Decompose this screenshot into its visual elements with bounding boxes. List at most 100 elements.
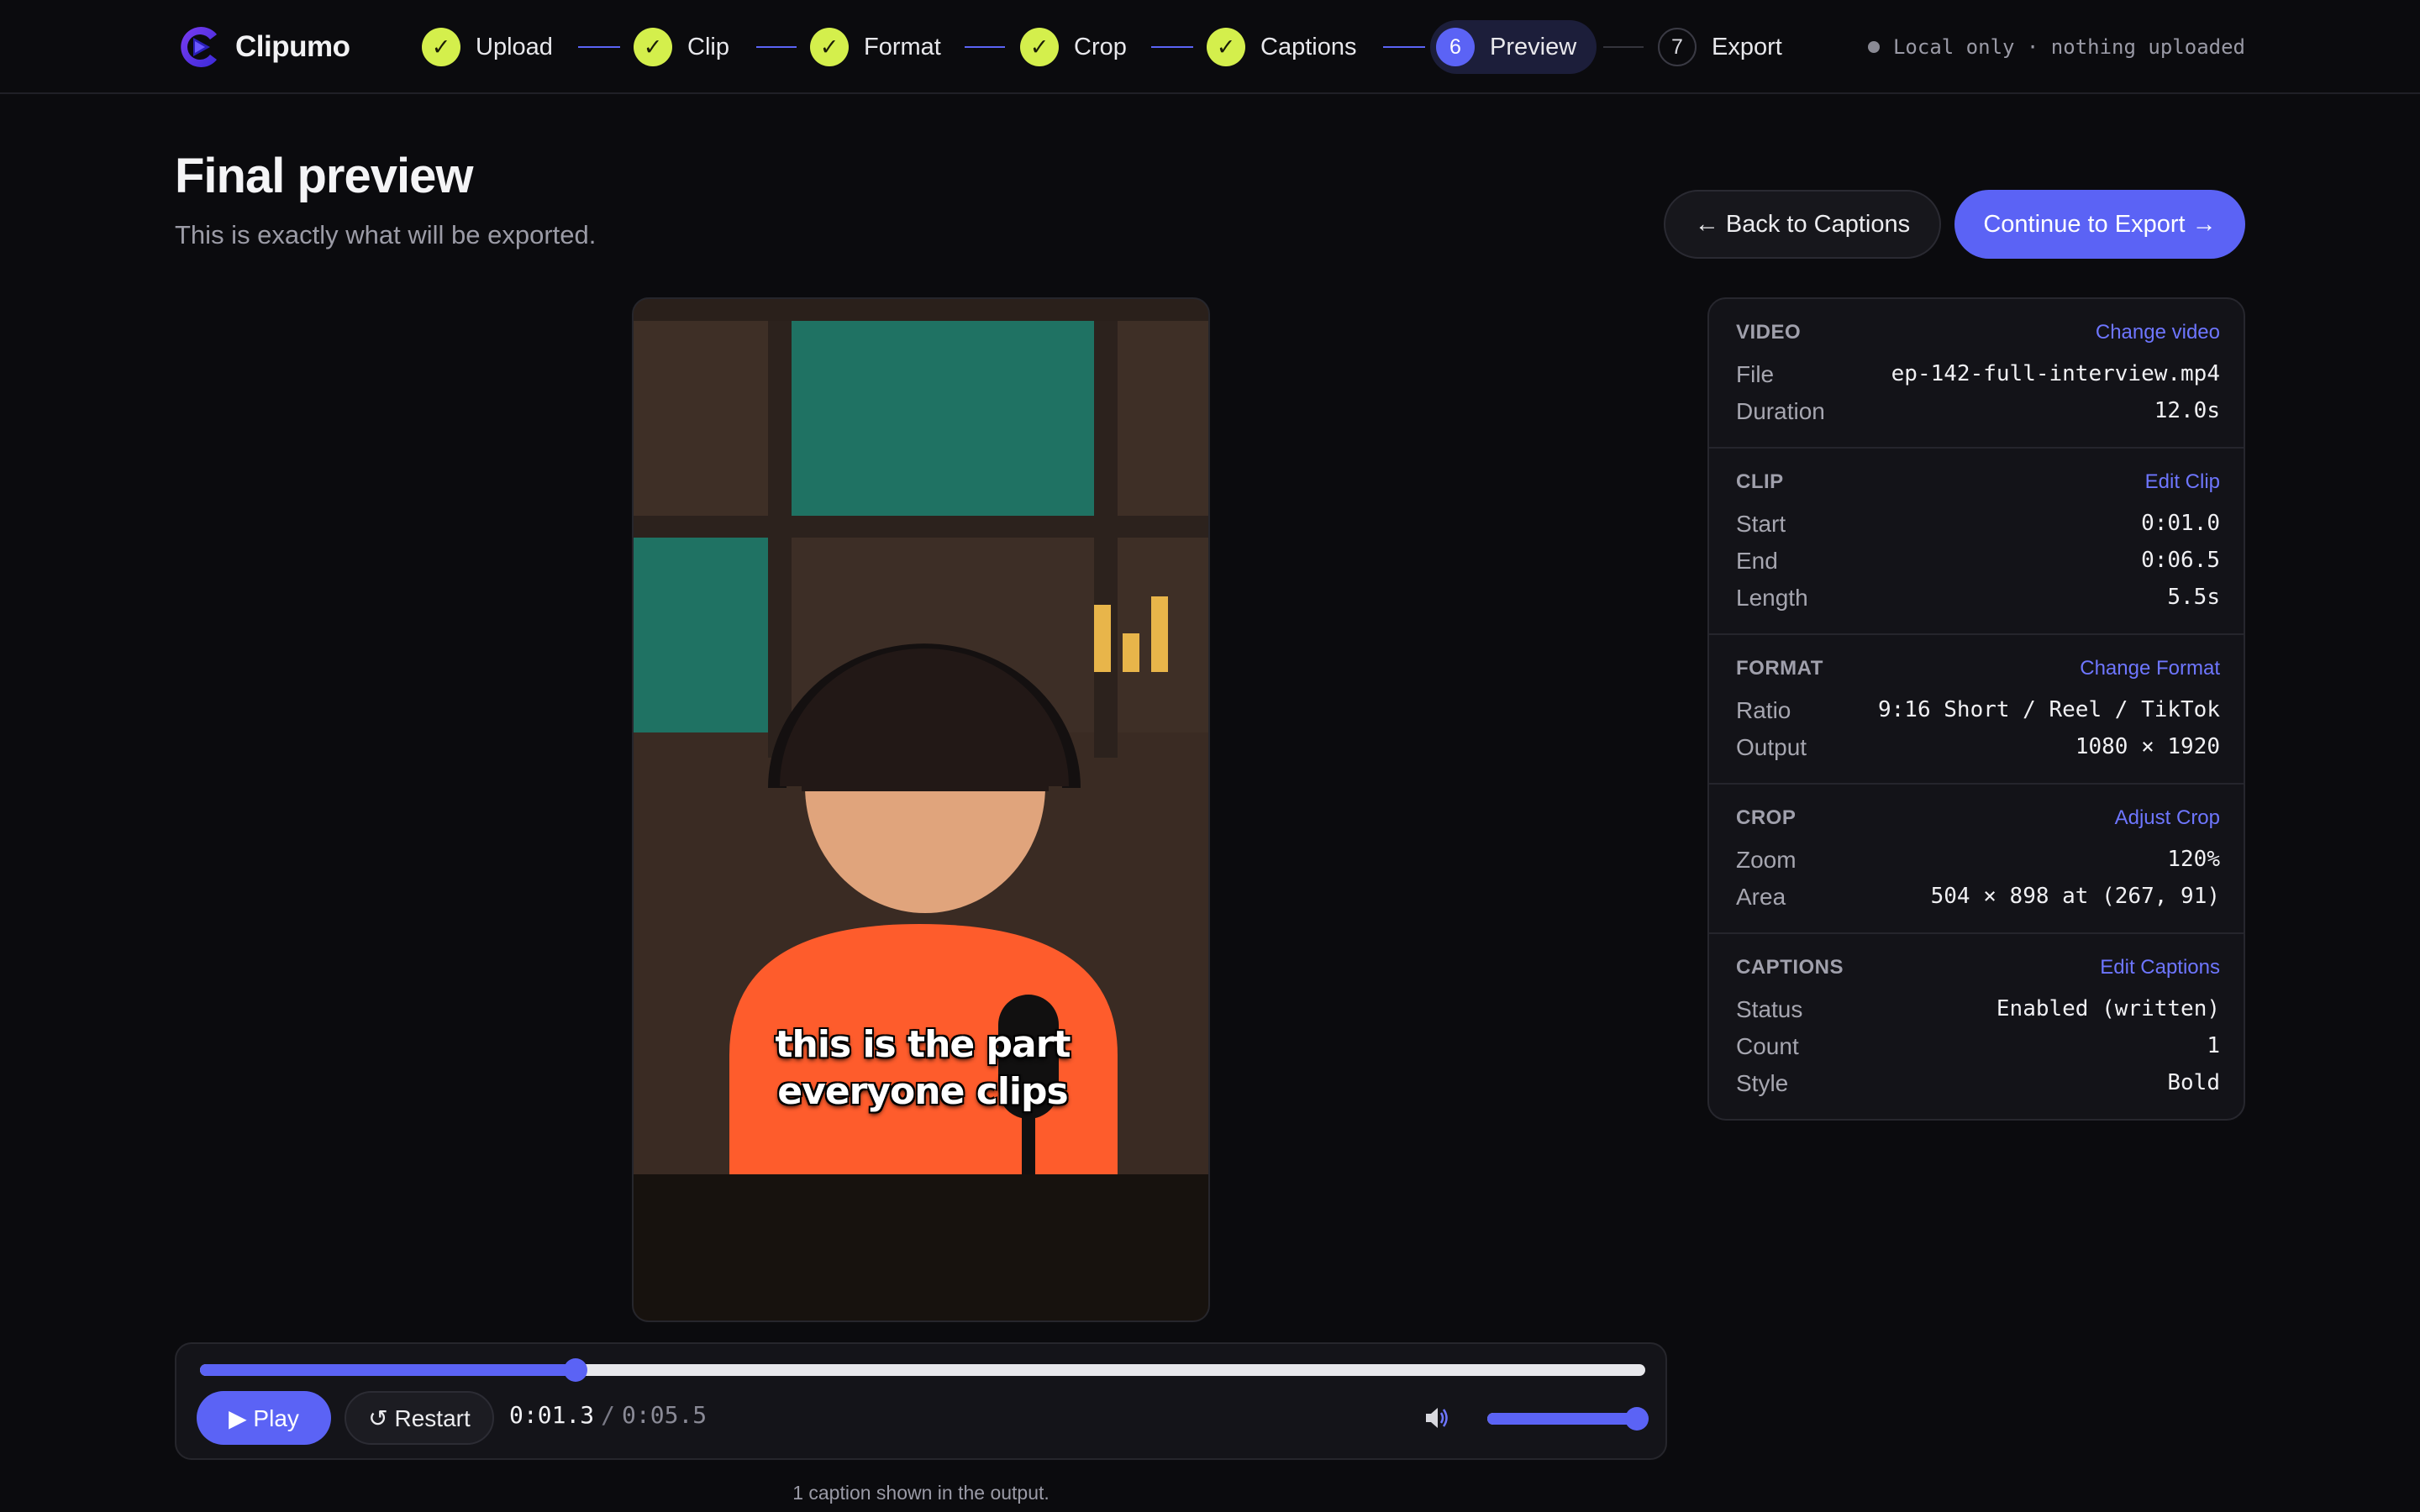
row-value: 504 × 898 at (267, 91)	[1930, 884, 2220, 909]
summary-section-crop: CROP Adjust Crop Zoom 120% Area 504 × 89…	[1709, 785, 2244, 934]
player-controls: ▶ Play ↺ Restart 0:01.3/0:05.5	[175, 1342, 1667, 1460]
row-value: 120%	[2167, 847, 2220, 872]
row-value: 0:01.0	[2141, 511, 2220, 536]
row-label: Length	[1736, 585, 1808, 611]
step-crop[interactable]: ✓ Crop	[1020, 22, 1127, 72]
summary-row: Zoom 120%	[1736, 843, 2220, 880]
privacy-status: Local only · nothing uploaded	[1867, 32, 2245, 62]
row-value: 0:06.5	[2141, 548, 2220, 573]
row-label: Start	[1736, 511, 1786, 537]
row-value: 5.5s	[2167, 585, 2220, 610]
status-text: Local only · nothing uploaded	[1892, 35, 2245, 59]
timeline-progress	[200, 1364, 576, 1376]
row-value: Bold	[2167, 1070, 2220, 1095]
total-time: 0:05.5	[622, 1401, 708, 1429]
row-label: End	[1736, 548, 1778, 574]
row-value: Enabled (written)	[1996, 996, 2220, 1021]
back-to-captions-button[interactable]: ← Back to Captions	[1664, 190, 1941, 259]
row-label: Area	[1736, 884, 1786, 910]
step-label: Format	[864, 33, 941, 60]
summary-row: Style Bold	[1736, 1067, 2220, 1104]
step-connector	[965, 46, 1005, 48]
volume-level	[1487, 1413, 1639, 1425]
row-label: Zoom	[1736, 847, 1797, 873]
check-icon: ✓	[422, 28, 460, 66]
step-connector	[1383, 46, 1425, 48]
summary-row: Output 1080 × 1920	[1736, 731, 2220, 768]
step-connector	[1603, 46, 1644, 48]
step-format[interactable]: ✓ Format	[810, 22, 941, 72]
summary-row: Start 0:01.0	[1736, 507, 2220, 544]
time-readout: 0:01.3/0:05.5	[509, 1401, 707, 1429]
timeline-scrubber[interactable]	[200, 1358, 1645, 1382]
adjust-crop-link[interactable]: Adjust Crop	[2115, 806, 2220, 830]
page-subtitle: This is exactly what will be exported.	[175, 220, 597, 249]
section-heading: FORMAT	[1736, 657, 1823, 680]
page-title: Final preview	[175, 149, 473, 203]
summary-section-captions: CAPTIONS Edit Captions Status Enabled (w…	[1709, 934, 2244, 1119]
row-label: Output	[1736, 734, 1807, 760]
row-label: Style	[1736, 1070, 1789, 1096]
top-bar: Clipumo ✓ Upload ✓ Clip ✓ Format ✓ Crop …	[0, 0, 2420, 94]
volume-icon[interactable]	[1422, 1403, 1452, 1433]
step-upload[interactable]: ✓ Upload	[422, 22, 553, 72]
row-value: 1080 × 1920	[2075, 734, 2220, 759]
row-label: Duration	[1736, 398, 1825, 424]
step-label: Upload	[476, 33, 553, 60]
row-value: 9:16 Short / Reel / TikTok	[1878, 697, 2220, 722]
summary-row: Area 504 × 898 at (267, 91)	[1736, 880, 2220, 917]
step-label: Crop	[1074, 33, 1127, 60]
edit-clip-link[interactable]: Edit Clip	[2145, 470, 2220, 494]
time-separator: /	[601, 1401, 616, 1429]
summary-row: File ep-142-full-interview.mp4	[1736, 358, 2220, 395]
row-label: Count	[1736, 1033, 1799, 1059]
export-summary-panel: VIDEO Change video File ep-142-full-inte…	[1707, 297, 2245, 1121]
video-preview[interactable]: this is the part everyone clips	[632, 297, 1210, 1322]
row-label: Ratio	[1736, 697, 1791, 723]
check-icon: ✓	[1020, 28, 1059, 66]
summary-section-video: VIDEO Change video File ep-142-full-inte…	[1709, 299, 2244, 449]
volume-slider[interactable]	[1487, 1407, 1649, 1431]
section-heading: VIDEO	[1736, 321, 1802, 344]
step-clip[interactable]: ✓ Clip	[634, 22, 729, 72]
step-label: Export	[1712, 33, 1782, 60]
row-label: Status	[1736, 996, 1803, 1022]
step-number: 7	[1658, 28, 1697, 66]
check-icon: ✓	[1207, 28, 1245, 66]
step-export[interactable]: 7 Export	[1658, 22, 1782, 72]
step-connector	[756, 46, 797, 48]
row-label: File	[1736, 361, 1775, 387]
status-dot-icon	[1867, 41, 1880, 53]
step-connector	[578, 46, 620, 48]
step-label: Clip	[687, 33, 729, 60]
summary-row: End 0:06.5	[1736, 544, 2220, 581]
section-heading: CROP	[1736, 806, 1797, 829]
summary-section-format: FORMAT Change Format Ratio 9:16 Short / …	[1709, 635, 2244, 785]
summary-row: Duration 12.0s	[1736, 395, 2220, 432]
play-button[interactable]: ▶ Play	[197, 1391, 331, 1445]
current-time: 0:01.3	[509, 1401, 595, 1429]
caption-count-note: 1 caption shown in the output.	[792, 1482, 1050, 1504]
step-captions[interactable]: ✓ Captions	[1207, 22, 1356, 72]
change-video-link[interactable]: Change video	[2096, 321, 2220, 344]
check-icon: ✓	[810, 28, 849, 66]
summary-row: Length 5.5s	[1736, 581, 2220, 618]
step-number: 6	[1436, 28, 1475, 66]
continue-to-export-button[interactable]: Continue to Export →	[1954, 190, 2245, 259]
summary-row: Ratio 9:16 Short / Reel / TikTok	[1736, 694, 2220, 731]
change-format-link[interactable]: Change Format	[2080, 657, 2220, 680]
restart-button[interactable]: ↺ Restart	[345, 1391, 494, 1445]
row-value: 1	[2207, 1033, 2220, 1058]
section-heading: CLIP	[1736, 470, 1784, 493]
caption-overlay: this is the part everyone clips	[775, 1023, 1071, 1113]
step-preview[interactable]: 6 Preview	[1430, 20, 1597, 74]
step-connector	[1151, 46, 1193, 48]
volume-handle[interactable]	[1625, 1407, 1649, 1431]
row-value: ep-142-full-interview.mp4	[1891, 361, 2220, 386]
edit-captions-link[interactable]: Edit Captions	[2100, 956, 2220, 979]
timeline-handle[interactable]	[564, 1358, 588, 1382]
check-icon: ✓	[634, 28, 672, 66]
summary-row: Status Enabled (written)	[1736, 993, 2220, 1030]
step-label: Preview	[1490, 33, 1577, 60]
section-heading: CAPTIONS	[1736, 956, 1844, 979]
